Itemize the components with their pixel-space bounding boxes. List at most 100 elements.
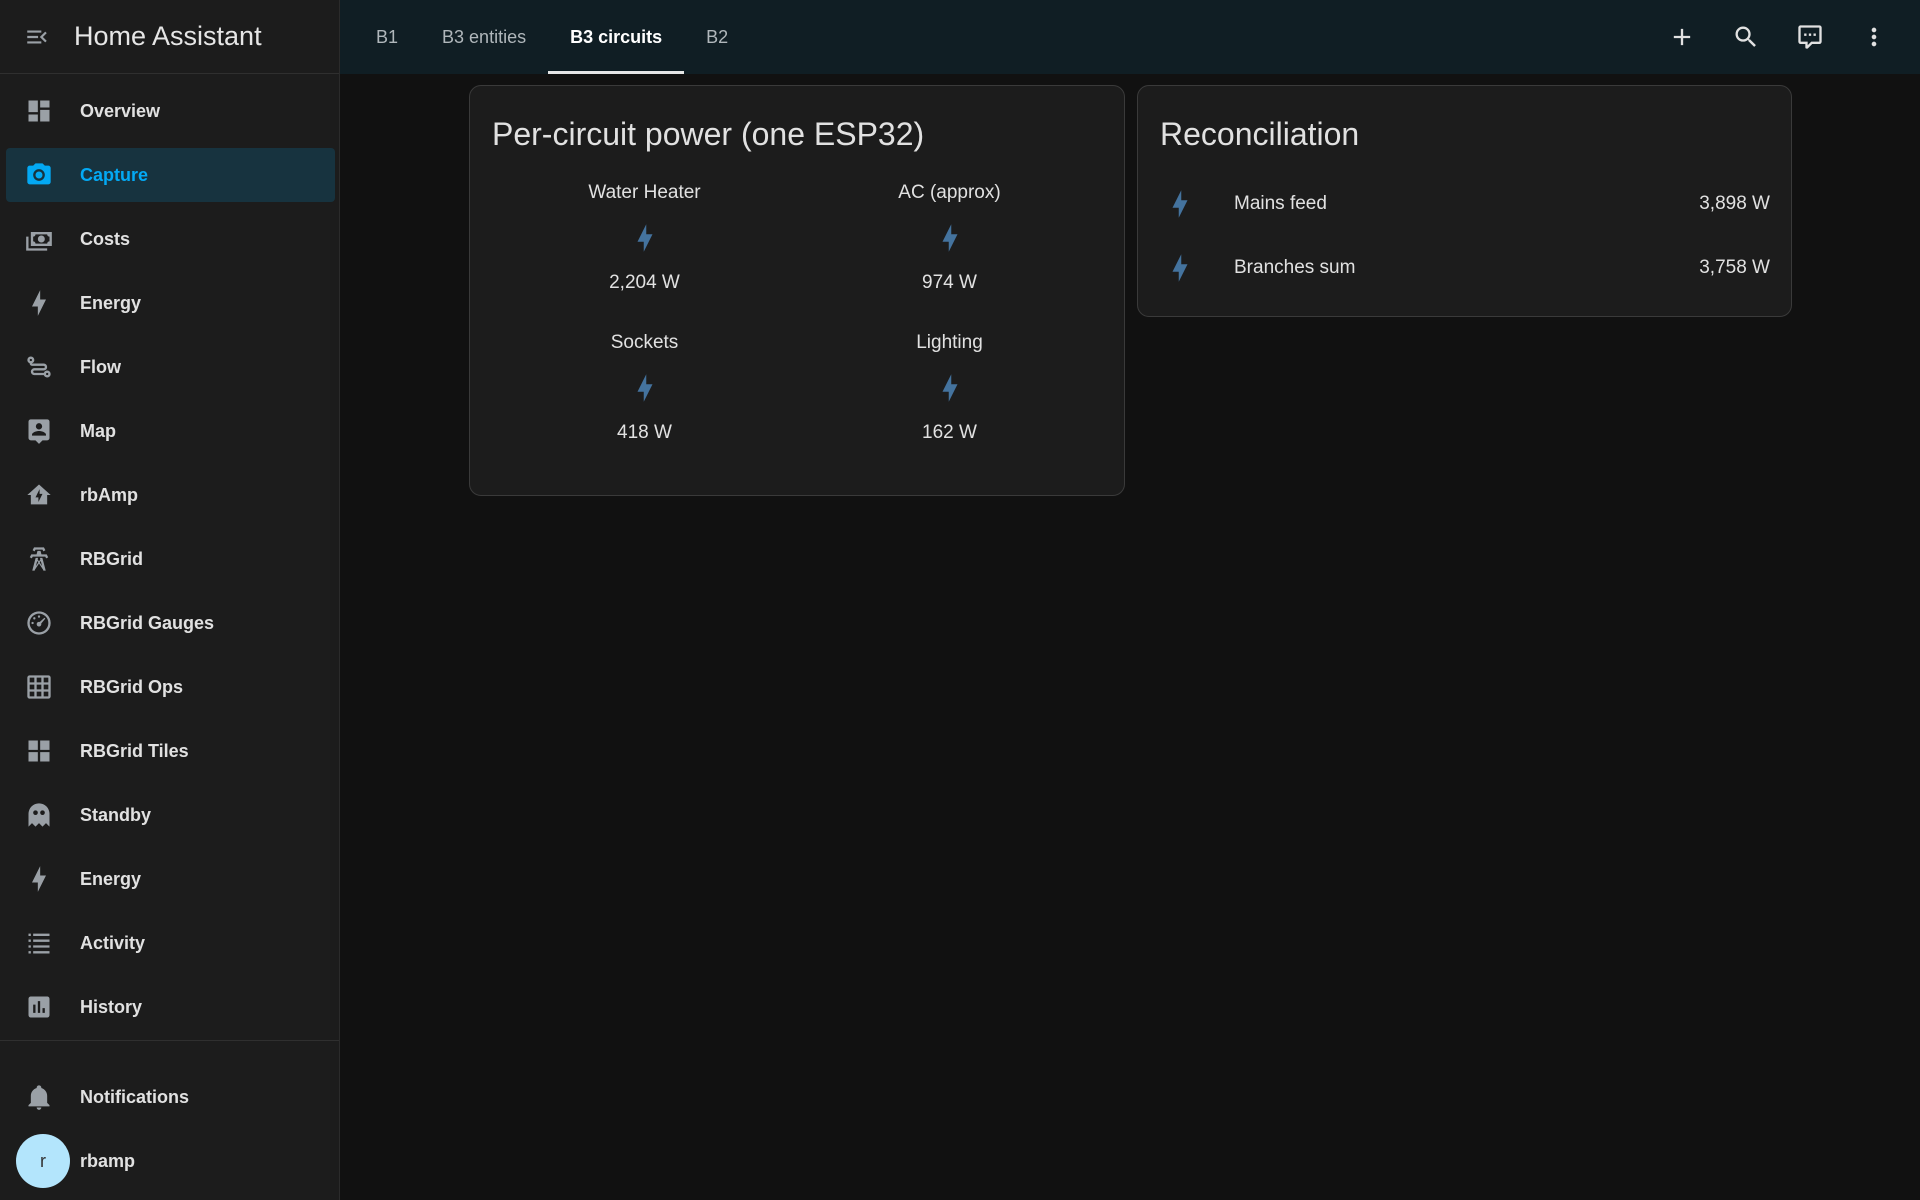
sidebar-item-rbgrid-tiles[interactable]: RBGrid Tiles [6,724,335,778]
plus-icon [1673,28,1691,46]
sidebar-item-label: RBGrid Gauges [80,612,215,633]
entity-row-branches-sum[interactable]: Branches sum 3,758 W [1160,236,1770,300]
entity-name: Mains feed [1234,193,1327,214]
sidebar-item-rbgrid[interactable]: RBGrid [6,532,335,586]
search-icon [1735,26,1756,47]
toolbar-actions [1650,0,1920,74]
entity-row-mains-feed[interactable]: Mains feed 3,898 W [1160,172,1770,236]
circuit-name: AC (approx) [898,182,1001,203]
sidebar-item-energy-2[interactable]: Energy [6,852,335,906]
sidebar-item-label: Capture [80,164,149,185]
sidebar-item-flow[interactable]: Flow [6,340,335,394]
sidebar-item-label: RBGrid Tiles [80,740,189,761]
circuit-tile-water-heater: Water Heater 2,204 W [492,182,797,332]
sidebar-item-label: Standby [80,804,152,825]
sidebar-item-rbamp[interactable]: rbAmp [6,468,335,522]
sidebar-item-standby[interactable]: Standby [6,788,335,842]
circuit-name: Lighting [916,332,983,353]
flow-icon [24,352,54,382]
entity-name: Branches sum [1234,257,1356,278]
entity-value: 3,898 W [1699,193,1770,214]
notifications-label: Notifications [80,1086,190,1107]
ghost-icon [24,800,54,830]
more-options-button[interactable] [1842,5,1906,69]
transmission-tower-icon [24,544,54,574]
sidebar-item-notifications[interactable]: Notifications [6,1070,335,1124]
circuits-card: Per-circuit power (one ESP32) Water Heat… [469,85,1125,496]
more-vert-icon [1871,27,1877,47]
circuit-value: 2,204 W [609,272,680,293]
card-title: Per-circuit power (one ESP32) [492,116,925,152]
tab-b1[interactable]: B1 [354,0,420,74]
sidebar-item-overview[interactable]: Overview [6,84,335,138]
sidebar-item-costs[interactable]: Costs [6,212,335,266]
sidebar-item-label: Energy [80,292,142,313]
assist-button[interactable] [1778,5,1842,69]
reconciliation-card: Reconciliation Mains feed 3,898 W Branch… [1137,85,1792,317]
sidebar-item-label: Activity [80,932,146,953]
sidebar-header: Home Assistant [0,0,339,74]
bell-icon [24,1082,54,1112]
chart-box-icon [24,992,54,1022]
lightning-bolt-icon[interactable] [935,220,965,256]
sidebar-item-capture[interactable]: Capture [6,148,335,202]
dashboard-icon [24,96,54,126]
sidebar-item-history[interactable]: History [6,980,335,1034]
card-title: Reconciliation [1160,116,1360,152]
circuits-grid: Water Heater 2,204 W AC (approx) 974 W S… [492,182,1102,482]
sidebar-item-label: Overview [80,100,161,121]
cash-icon [24,224,54,254]
list-icon [24,928,54,958]
sidebar-item-label: RBGrid Ops [80,676,184,697]
sidebar-item-label: Energy [80,868,142,889]
circuit-tile-sockets: Sockets 418 W [492,332,797,482]
circuit-tile-ac: AC (approx) 974 W [797,182,1102,332]
menu-toggle-button[interactable] [22,22,52,52]
user-name: rbamp [80,1150,136,1171]
sidebar-item-label: History [80,996,143,1017]
circuit-value: 974 W [922,272,977,293]
sidebar-item-map[interactable]: Map [6,404,335,458]
sidebar-item-rbgrid-ops[interactable]: RBGrid Ops [6,660,335,714]
tab-b3-entities[interactable]: B3 entities [420,0,548,74]
assist-icon [1798,25,1822,49]
lightning-bolt-icon[interactable] [935,370,965,406]
lightning-icon [24,864,54,894]
sidebar-item-activity[interactable]: Activity [6,916,335,970]
sidebar-user[interactable]: r rbamp [6,1134,335,1188]
sidebar-divider [0,1040,339,1041]
lightning-bolt-icon[interactable] [630,220,660,256]
home-lightning-icon [24,480,54,510]
tab-b3-circuits[interactable]: B3 circuits [548,0,685,74]
sidebar-item-rbgrid-gauges[interactable]: RBGrid Gauges [6,596,335,650]
sidebar-nav: Overview Capture Costs Energy Flow Map r… [0,74,339,1034]
circuit-tile-lighting: Lighting 162 W [797,332,1102,482]
lightning-bolt-icon [1160,248,1200,288]
gauge-icon [24,608,54,638]
sidebar-bottom: Notifications r rbamp [0,1070,339,1188]
camera-icon [24,160,54,190]
circuit-value: 418 W [617,422,672,443]
sidebar: Home Assistant Overview Capture Costs En… [0,0,340,1200]
sidebar-item-label: rbAmp [80,484,138,505]
app-title: Home Assistant [74,21,262,51]
top-bar: B1 B3 entities B3 circuits B2 [340,0,1920,74]
lightning-bolt-icon [1160,184,1200,224]
tiles-icon [24,736,54,766]
circuit-name: Water Heater [588,182,701,203]
lightning-icon [24,288,54,318]
add-button[interactable] [1650,5,1714,69]
sidebar-item-energy[interactable]: Energy [6,276,335,330]
map-account-icon [24,416,54,446]
entity-rows: Mains feed 3,898 W Branches sum 3,758 W [1160,172,1770,300]
view-tabs: B1 B3 entities B3 circuits B2 [354,0,750,74]
entity-value: 3,758 W [1699,257,1770,278]
tab-b2[interactable]: B2 [684,0,750,74]
grid-table-icon [24,672,54,702]
lightning-bolt-icon[interactable] [630,370,660,406]
circuit-value: 162 W [922,422,977,443]
avatar: r [16,1134,70,1188]
sidebar-item-label: Flow [80,356,121,377]
search-button[interactable] [1714,5,1778,69]
sidebar-item-label: Costs [80,228,131,249]
